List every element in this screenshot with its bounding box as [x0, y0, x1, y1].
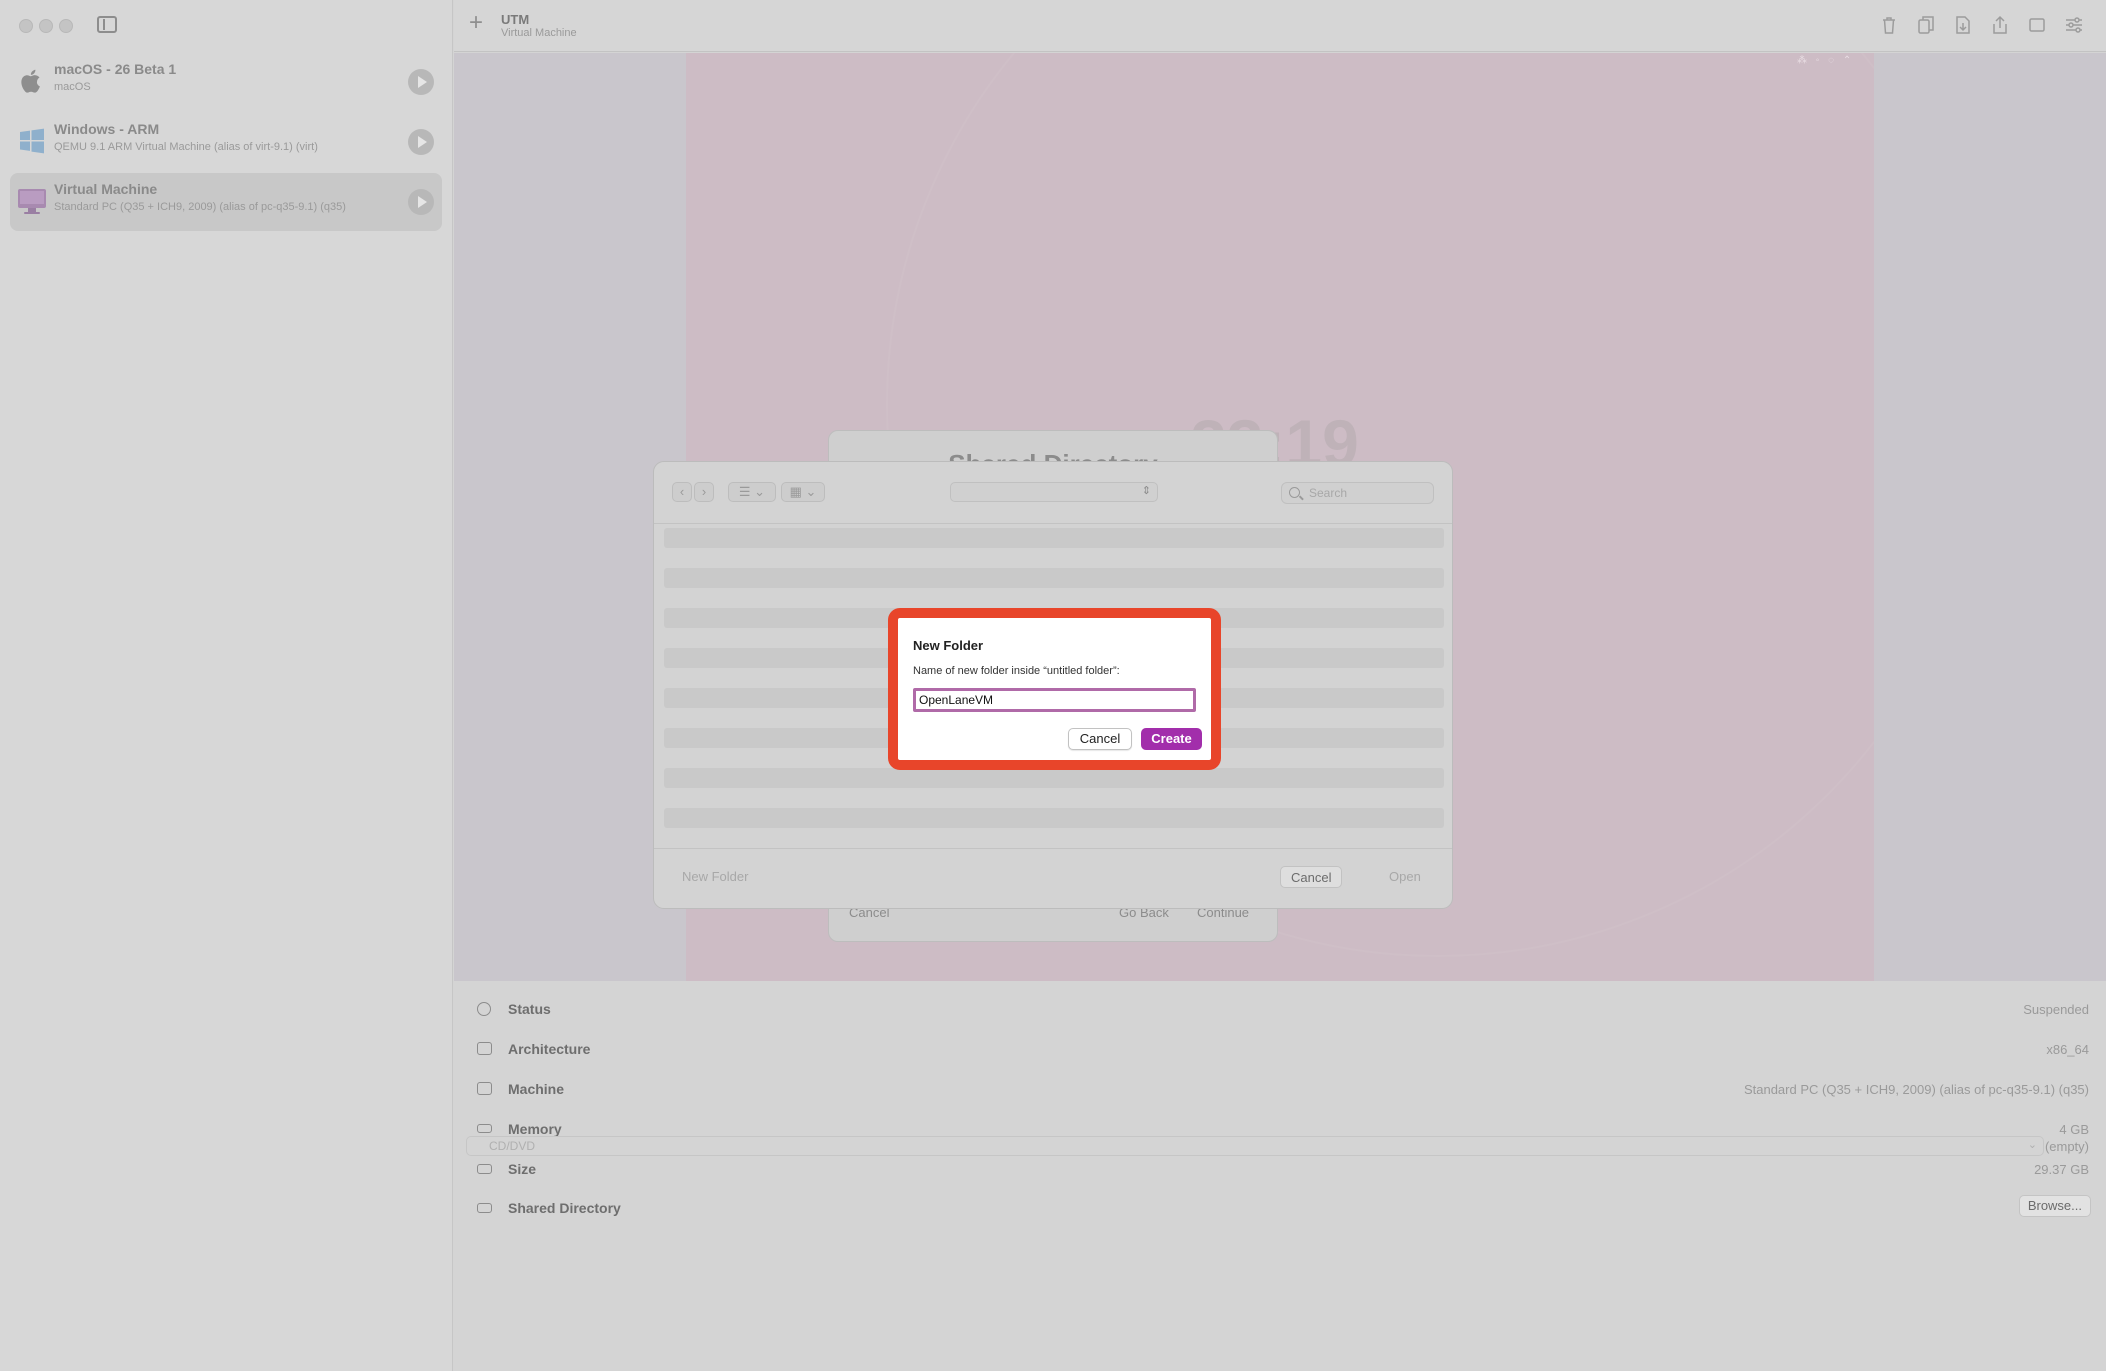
export-icon[interactable] — [1952, 14, 1974, 36]
sidebar-item-macos[interactable]: macOS - 26 Beta 1 macOS — [10, 53, 442, 111]
dialog-label: Name of new folder inside “untitled fold… — [913, 665, 1120, 677]
list-view-button[interactable]: ☰ ⌄ — [728, 482, 776, 502]
updown-chevron-icon: ⇕ — [1141, 485, 1151, 497]
detail-row-status: Status Suspended — [454, 994, 2106, 1024]
sidebar-toggle-icon[interactable] — [97, 16, 117, 33]
new-folder-dialog: New Folder Name of new folder inside “un… — [888, 608, 1221, 770]
window-title: UTM — [501, 12, 530, 27]
detail-value: Suspended — [2023, 1002, 2089, 1017]
apple-icon — [21, 69, 40, 93]
cd-dvd-selector[interactable]: CD/DVD ⌄ — [466, 1136, 2044, 1156]
dialog-title: New Folder — [913, 638, 984, 653]
detail-row-architecture: Architecture x86_64 — [454, 1034, 2106, 1064]
detail-label: Size — [508, 1161, 537, 1177]
vm-subtitle: macOS — [54, 81, 91, 93]
grid-view-button[interactable]: ▦ ⌄ — [781, 482, 825, 502]
file-row-placeholder — [664, 568, 1444, 588]
vm-subtitle: Standard PC (Q35 + ICH9, 2009) (alias of… — [54, 201, 346, 213]
windows-icon — [20, 128, 44, 154]
panel-footer: New Folder Cancel Open — [654, 848, 1452, 908]
detail-row-size: Size 29.37 GB — [454, 1154, 2106, 1184]
new-folder-button[interactable]: New Folder — [672, 866, 758, 888]
sidebar-item-virtual-machine[interactable]: Virtual Machine Standard PC (Q35 + ICH9,… — [10, 173, 442, 231]
vm-name: Windows - ARM — [54, 121, 160, 137]
chevron-down-icon: ⌄ — [2027, 1139, 2037, 1151]
forward-button[interactable]: › — [694, 482, 714, 502]
dialog-cancel-button[interactable]: Cancel — [1068, 728, 1132, 750]
file-row-placeholder — [664, 808, 1444, 828]
drive-icon — [477, 1164, 492, 1174]
vm-subtitle: QEMU 9.1 ARM Virtual Machine (alias of v… — [54, 141, 318, 153]
create-button[interactable]: Create — [1141, 728, 1202, 750]
detail-row-machine: Machine Standard PC (Q35 + ICH9, 2009) (… — [454, 1074, 2106, 1104]
folder-name-input[interactable] — [913, 688, 1196, 712]
detail-label: Status — [508, 1001, 551, 1017]
memory-icon — [477, 1124, 492, 1133]
trash-icon[interactable] — [1878, 14, 1900, 36]
search-placeholder: Search — [1309, 486, 1348, 500]
vm-name: Virtual Machine — [54, 181, 158, 197]
window-icon[interactable] — [2026, 14, 2048, 36]
search-icon — [1289, 487, 1300, 498]
panel-toolbar: ‹ › ☰ ⌄ ▦ ⌄ ⇕ Search — [654, 462, 1452, 524]
main-toolbar: + UTM Virtual Machine — [454, 0, 2106, 52]
back-button[interactable]: ‹ — [672, 482, 692, 502]
location-popup[interactable]: ⇕ — [950, 482, 1158, 502]
file-row-placeholder — [664, 528, 1444, 548]
detail-value: x86_64 — [2046, 1042, 2089, 1057]
window-subtitle: Virtual Machine — [501, 27, 577, 39]
sidebar: macOS - 26 Beta 1 macOS Windows - ARM QE… — [0, 0, 453, 1371]
detail-label: Memory — [508, 1121, 562, 1137]
search-field[interactable]: Search — [1281, 482, 1434, 504]
play-button[interactable] — [408, 189, 434, 215]
play-button[interactable] — [408, 129, 434, 155]
share-icon[interactable] — [1989, 14, 2011, 36]
browse-button[interactable]: Browse... — [2018, 1195, 2091, 1217]
monitor-icon — [18, 189, 46, 214]
vm-status-icons: ⁂ ◦ ◌ ⌃ — [1797, 55, 1855, 66]
vm-details: Status Suspended Architecture x86_64 Mac… — [454, 981, 2106, 1371]
detail-value: 4 GB — [2059, 1122, 2089, 1137]
sidebar-item-windows[interactable]: Windows - ARM QEMU 9.1 ARM Virtual Machi… — [10, 113, 442, 171]
minimize-window-button[interactable] — [39, 19, 53, 33]
detail-label: Shared Directory — [508, 1200, 621, 1216]
cpu-icon — [477, 1042, 492, 1055]
add-vm-button[interactable]: + — [469, 11, 483, 35]
detail-row-shared-directory: Shared Directory Browse... — [454, 1193, 2106, 1223]
close-window-button[interactable] — [19, 19, 33, 33]
detail-value: Standard PC (Q35 + ICH9, 2009) (alias of… — [1743, 1082, 2089, 1097]
shared-drive-icon — [477, 1203, 492, 1213]
detail-label: Architecture — [508, 1041, 591, 1057]
panel-cancel-button[interactable]: Cancel — [1280, 866, 1343, 888]
zoom-window-button[interactable] — [59, 19, 73, 33]
cd-dvd-label: CD/DVD — [489, 1139, 536, 1153]
vm-name: macOS - 26 Beta 1 — [54, 61, 177, 77]
file-row-placeholder — [664, 768, 1444, 788]
display-icon — [477, 1082, 492, 1095]
info-icon — [477, 1002, 491, 1016]
clone-icon[interactable] — [1915, 14, 1937, 36]
detail-value: 29.37 GB — [2034, 1162, 2089, 1177]
settings-sliders-icon[interactable] — [2063, 14, 2085, 36]
cd-dvd-value: (empty) — [2044, 1139, 2089, 1154]
play-button[interactable] — [408, 69, 434, 95]
panel-open-button[interactable]: Open — [1379, 866, 1431, 888]
detail-label: Machine — [508, 1081, 565, 1097]
